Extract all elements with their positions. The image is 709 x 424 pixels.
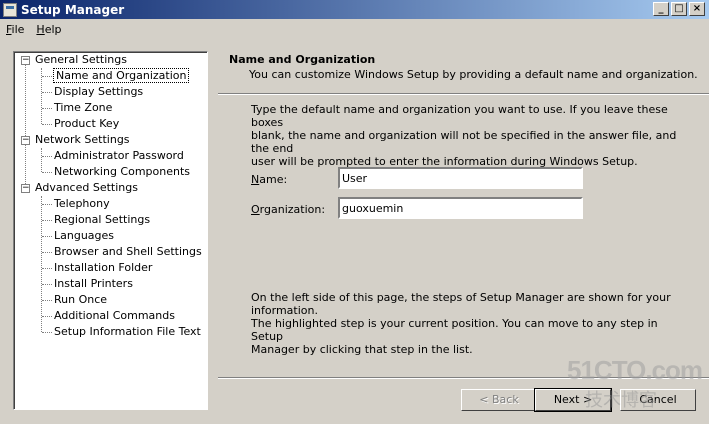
- page-header: Name and Organization You can customize …: [218, 51, 709, 91]
- watermark-logo: 51CTO.com: [567, 355, 703, 385]
- tree-item-setup-information-file-text[interactable]: Setup Information File Text: [54, 324, 201, 340]
- tree-connector: [42, 108, 52, 109]
- collapse-icon[interactable]: −: [21, 136, 30, 145]
- tree-item-time-zone[interactable]: Time Zone: [54, 100, 112, 116]
- instructions-text: Type the default name and organization y…: [251, 103, 677, 168]
- tree-item-languages[interactable]: Languages: [54, 228, 114, 244]
- maximize-icon: □: [674, 3, 684, 14]
- close-button[interactable]: ×: [689, 2, 705, 16]
- organization-label: Organization:: [251, 203, 326, 216]
- help-text: On the left side of this page, the steps…: [251, 291, 671, 356]
- maximize-button[interactable]: □: [671, 2, 687, 16]
- tree-item-display-settings[interactable]: Display Settings: [54, 84, 143, 100]
- tree-item-browser-and-shell-settings[interactable]: Browser and Shell Settings: [54, 244, 202, 260]
- close-icon: ×: [692, 3, 702, 14]
- tree-connector: [42, 204, 52, 205]
- name-field[interactable]: User: [338, 167, 583, 189]
- tree-item-product-key[interactable]: Product Key: [54, 116, 119, 132]
- page-title: Name and Organization: [229, 53, 376, 66]
- tree-connector: [42, 284, 52, 285]
- tree-connector: [42, 156, 52, 157]
- tree-item-installation-folder[interactable]: Installation Folder: [54, 260, 152, 276]
- tree-connector: [42, 124, 52, 125]
- organization-field[interactable]: guoxuemin: [338, 197, 583, 219]
- menu-help[interactable]: Help: [30, 23, 67, 36]
- tree-connector: [42, 252, 52, 253]
- tree-group-advanced[interactable]: Advanced Settings: [35, 180, 138, 196]
- minimize-button[interactable]: _: [653, 2, 669, 16]
- tree-item-telephony[interactable]: Telephony: [54, 196, 110, 212]
- back-button[interactable]: < Back: [461, 389, 537, 411]
- collapse-icon[interactable]: −: [21, 56, 30, 65]
- tree-branch-line-network: [41, 148, 42, 172]
- window-controls: _ □ ×: [651, 2, 705, 16]
- tree-connector: [42, 76, 52, 77]
- tree-branch-line-advanced: [41, 196, 42, 332]
- tree-item-administrator-password[interactable]: Administrator Password: [54, 148, 184, 164]
- tree-item-networking-components[interactable]: Networking Components: [54, 164, 190, 180]
- tree-item-install-printers[interactable]: Install Printers: [54, 276, 133, 292]
- name-label: Name:: [251, 173, 288, 186]
- minimize-icon: _: [658, 3, 664, 14]
- tree-connector: [42, 236, 52, 237]
- tree-connector: [42, 332, 52, 333]
- title-bar: Setup Manager _ □ ×: [0, 0, 709, 19]
- menu-bar: File Help: [0, 19, 709, 39]
- tree-item-regional-settings[interactable]: Regional Settings: [54, 212, 150, 228]
- tree-group-general[interactable]: General Settings: [35, 52, 127, 68]
- tree-connector: [42, 92, 52, 93]
- tree-root-line: [25, 64, 26, 192]
- menu-file[interactable]: File: [0, 23, 30, 36]
- collapse-icon[interactable]: −: [21, 184, 30, 193]
- window-title: Setup Manager: [21, 2, 125, 17]
- tree-group-network[interactable]: Network Settings: [35, 132, 130, 148]
- tree-connector: [42, 220, 52, 221]
- tree-connector: [42, 172, 52, 173]
- tree-item-run-once[interactable]: Run Once: [54, 292, 107, 308]
- tree-item-additional-commands[interactable]: Additional Commands: [54, 308, 175, 324]
- tree-connector: [42, 268, 52, 269]
- watermark-caption: 技术博客: [585, 390, 657, 411]
- tree-connector: [42, 316, 52, 317]
- setup-manager-app-icon: [3, 2, 17, 17]
- tree-item-name-and-organization[interactable]: Name and Organization: [52, 68, 190, 84]
- page-subtitle: You can customize Windows Setup by provi…: [249, 68, 698, 81]
- steps-tree[interactable]: − General Settings Name and Organization…: [13, 51, 208, 410]
- tree-connector: [42, 300, 52, 301]
- header-divider: [218, 93, 709, 95]
